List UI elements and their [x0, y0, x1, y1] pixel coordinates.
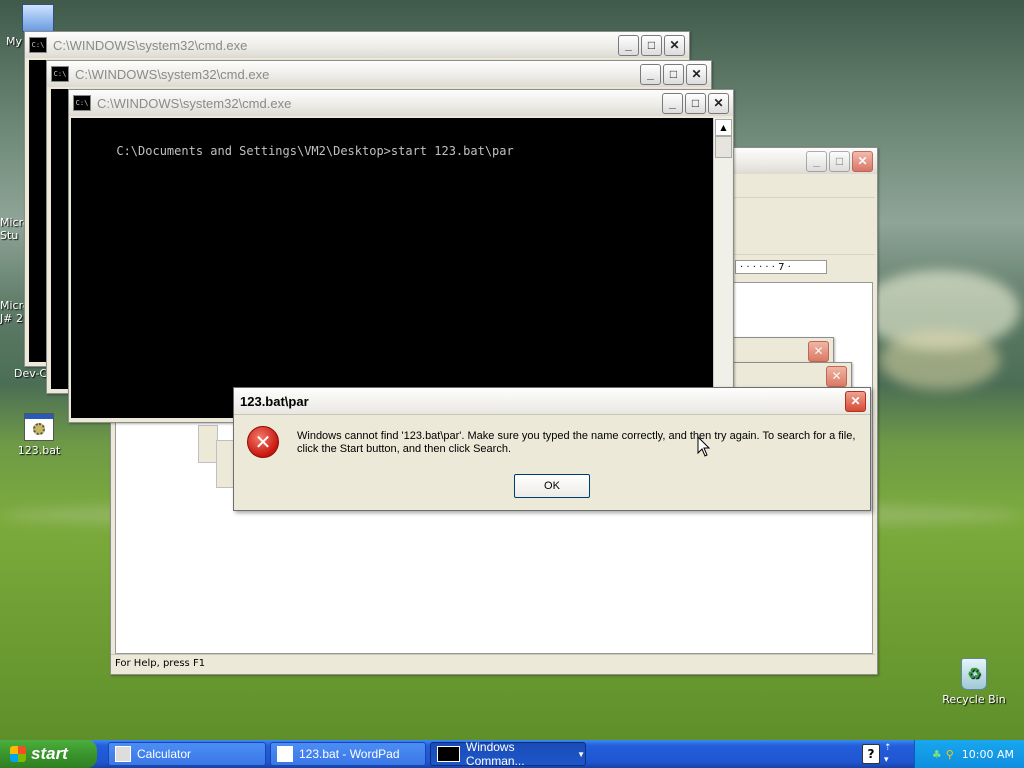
window-title: C:\WINDOWS\system32\cmd.exe — [97, 95, 292, 111]
minimize-button[interactable]: _ — [618, 34, 639, 56]
network-icon[interactable]: ♣ — [932, 748, 942, 761]
cmd-icon — [437, 746, 460, 762]
window-title: C:\WINDOWS\system32\cmd.exe — [75, 66, 270, 82]
clock[interactable]: 10:00 AM — [962, 748, 1014, 761]
desktop-icon-recycle-bin[interactable]: ♻ Recycle Bin — [939, 658, 1009, 706]
close-button[interactable]: ✕ — [826, 366, 847, 387]
minimize-button[interactable]: _ — [640, 63, 661, 85]
desktop-icon-dev-c[interactable]: Dev-C — [14, 367, 50, 380]
windows-logo-icon — [10, 746, 26, 762]
computer-icon — [22, 4, 54, 32]
cmd-window-3[interactable]: C:\ C:\WINDOWS\system32\cmd.exe _ □ ✕ C:… — [68, 89, 734, 423]
system-tray: ♣ ⚲ 10:00 AM — [914, 740, 1024, 768]
desktop-icon-label: 123.bat — [17, 444, 61, 457]
chevron-down-icon: ▼ — [577, 749, 585, 759]
language-arrows-icon[interactable]: ⇡ ▾ — [884, 742, 892, 766]
cmd-output-line: C:\Documents and Settings\VM2\Desktop>st… — [116, 144, 514, 158]
taskbar-button-label: Calculator — [137, 747, 192, 761]
cmd-console[interactable] — [51, 89, 69, 389]
desktop-icon-label: Dev-C — [14, 367, 48, 380]
cmd-icon: C:\ — [73, 95, 91, 111]
wordpad-icon — [277, 746, 293, 762]
taskbar-button-label: Windows Comman... — [465, 740, 525, 768]
dialog-message: Windows cannot find '123.bat\par'. Make … — [297, 430, 856, 455]
batch-file-icon — [24, 413, 54, 441]
wordpad-statusbar: For Help, press F1 — [111, 654, 875, 672]
cmd-console[interactable]: C:\Documents and Settings\VM2\Desktop>st… — [71, 118, 713, 418]
maximize-button[interactable]: □ — [829, 150, 850, 172]
mouse-cursor-icon — [697, 436, 711, 457]
background-window-edge — [198, 425, 218, 463]
close-button[interactable]: ✕ — [808, 341, 829, 362]
close-button[interactable]: ✕ — [664, 34, 685, 56]
calculator-icon — [115, 746, 131, 762]
minimize-button[interactable]: _ — [806, 150, 827, 172]
close-button[interactable]: ✕ — [686, 63, 707, 85]
wallpaper-cloud — [880, 330, 1000, 390]
cmd-titlebar[interactable]: C:\ C:\WINDOWS\system32\cmd.exe _ □ ✕ — [47, 61, 711, 87]
help-icon[interactable]: ? — [862, 744, 880, 764]
close-button[interactable]: ✕ — [845, 390, 866, 412]
cmd-icon: C:\ — [51, 66, 69, 82]
scroll-thumb[interactable] — [715, 136, 732, 158]
cmd-titlebar[interactable]: C:\ C:\WINDOWS\system32\cmd.exe _ □ ✕ — [25, 32, 689, 58]
desktop-icon-123-bat[interactable]: 123.bat — [4, 413, 74, 457]
status-text: For Help, press F1 — [115, 658, 206, 669]
desktop-icon-label: Recycle Bin — [942, 693, 1006, 706]
desktop-icon-label: Micro Stu — [0, 216, 30, 242]
desktop-icon-label: Micro J# 2 — [0, 299, 30, 325]
ok-button[interactable]: OK — [514, 474, 590, 498]
taskbar-button-wordpad[interactable]: 123.bat - WordPad — [270, 742, 426, 766]
taskbar: start Calculator 123.bat - WordPad Windo… — [0, 740, 1024, 768]
maximize-button[interactable]: □ — [663, 63, 684, 85]
vertical-scrollbar[interactable]: ▲ — [713, 118, 732, 418]
cmd-icon: C:\ — [29, 37, 47, 53]
dialog-title: 123.bat\par — [240, 393, 309, 409]
start-label: start — [31, 744, 68, 763]
error-icon: ✕ — [247, 426, 279, 458]
minimize-button[interactable]: _ — [662, 92, 683, 114]
desktop-icon-visual-j[interactable]: Micro J# 2 — [0, 286, 30, 338]
recycle-bin-icon: ♻ — [961, 658, 987, 690]
taskbar-button-cmd-group[interactable]: Windows Comman... ▼ — [430, 740, 586, 768]
desktop-icon-visual-studio[interactable]: Micro Stu — [0, 203, 30, 255]
close-button[interactable]: ✕ — [708, 92, 729, 114]
search-icon[interactable]: ⚲ — [946, 748, 954, 761]
desktop: My Micro Stu Micro J# 2 Dev-C 123.bat ♻ … — [0, 0, 1024, 740]
cmd-console[interactable] — [29, 60, 47, 362]
dialog-titlebar[interactable]: 123.bat\par ✕ — [234, 388, 870, 415]
taskbar-button-label: 123.bat - WordPad — [299, 747, 400, 761]
close-button[interactable]: ✕ — [852, 150, 873, 172]
scroll-up-button[interactable]: ▲ — [715, 119, 732, 136]
ruler: · · · · · · 7 · — [735, 260, 827, 274]
error-dialog[interactable]: 123.bat\par ✕ ✕ Windows cannot find '123… — [233, 387, 871, 511]
taskbar-button-calculator[interactable]: Calculator — [108, 742, 266, 766]
window-title: C:\WINDOWS\system32\cmd.exe — [53, 37, 248, 53]
start-button[interactable]: start — [0, 740, 97, 768]
maximize-button[interactable]: □ — [685, 92, 706, 114]
maximize-button[interactable]: □ — [641, 34, 662, 56]
cmd-titlebar[interactable]: C:\ C:\WINDOWS\system32\cmd.exe _ □ ✕ — [69, 90, 733, 116]
